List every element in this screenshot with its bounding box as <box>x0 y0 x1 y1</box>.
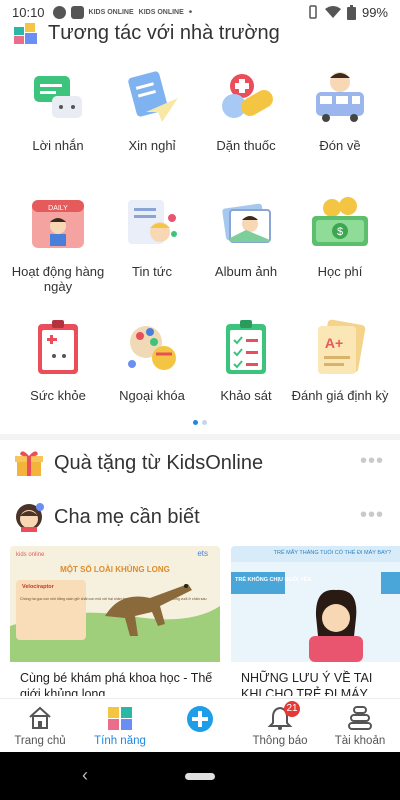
add-icon <box>186 705 214 733</box>
article-title-2: NHỮNG LƯU Ý VỀ TAI KHI CHO TRẺ ĐI MÁY BA… <box>241 671 373 696</box>
status-time: 10:10 <box>12 4 45 20</box>
news-icon <box>122 194 182 254</box>
feature-survey[interactable]: Khảo sát <box>196 318 296 403</box>
feature-leave[interactable]: Xin nghỉ <box>102 68 202 153</box>
notification-badge: 21 <box>284 701 300 717</box>
app-notification-icon <box>52 5 66 19</box>
card-image-text: Chúng ha gục con mồi bằng cách giữ chặt … <box>20 596 206 601</box>
section-gift-header[interactable]: Quà tặng từ KidsOnline <box>14 448 263 478</box>
wifi-icon <box>324 6 341 18</box>
battery-icon <box>346 4 356 20</box>
feature-label: Hoạt động hàng ngày <box>11 264 105 294</box>
extracurricular-icon <box>122 318 182 378</box>
status-bar: 10:10 KIDS ONLINE KIDS ONLINE • 99% <box>0 0 400 24</box>
article-thumbnail-2: TRẺ MẤY THÁNG TUỔI CÓ THỂ ĐI MÁY BAY? TR… <box>231 546 400 662</box>
survey-icon <box>216 318 276 378</box>
feature-label: Tin tức <box>131 264 172 279</box>
feature-health[interactable]: Sức khỏe <box>8 318 108 403</box>
periodic-review-icon: A+ <box>310 318 370 378</box>
feature-label: Đón về <box>319 138 361 153</box>
pickup-bus-icon <box>310 68 370 128</box>
bottom-navigation: Trang chủ Tính năng 21 Thông báo Tài kho… <box>0 698 400 752</box>
nav-account[interactable]: Tài khoản <box>320 699 400 752</box>
gift-icon <box>15 451 43 476</box>
vibrate-icon <box>309 5 317 19</box>
youtube-icon <box>70 5 84 19</box>
pager-dot[interactable] <box>202 420 207 425</box>
notification-icons: KIDS ONLINE KIDS ONLINE • <box>52 5 193 19</box>
article-thumbnail: kids online ets MỘT SỐ LOÀI KHỦNG LONG V… <box>10 546 220 662</box>
feature-album[interactable]: Album ảnh <box>196 194 296 279</box>
medicine-icon <box>216 68 276 128</box>
feature-label: Album ảnh <box>214 264 278 279</box>
section-parents-header[interactable]: Cha mẹ cần biết <box>14 502 200 532</box>
svg-text:A+: A+ <box>325 335 343 351</box>
svg-text:$: $ <box>337 226 343 238</box>
section-interact-header: Tương tác với nhà trường <box>14 22 280 45</box>
home-pill[interactable] <box>185 773 215 780</box>
health-icon <box>28 318 88 378</box>
nav-notifications-label: Thông báo <box>252 735 308 747</box>
card-brand: kids online <box>16 552 45 558</box>
mother-avatar-icon <box>16 503 44 532</box>
kids-notification-icon: KIDS ONLINE <box>88 8 134 16</box>
calendar-tag: DAILY <box>48 205 68 212</box>
parents-more-icon[interactable]: ••• <box>360 504 384 527</box>
nav-add[interactable] <box>160 699 240 752</box>
feature-label: Học phí <box>317 264 363 279</box>
tuition-icon: $ <box>310 194 370 254</box>
message-icon <box>28 68 88 128</box>
nav-features-label: Tính năng <box>94 735 146 747</box>
card-image-sub: Velociraptor <box>22 584 55 590</box>
card2-image-heading: TRẺ MẤY THÁNG TUỔI CÓ THỂ ĐI MÁY BAY? <box>274 549 391 556</box>
bell-icon: 21 <box>267 701 300 731</box>
battery-level: 99% <box>361 4 388 20</box>
leave-request-icon <box>122 68 182 128</box>
feature-daily-activity[interactable]: DAILY Hoạt động hàng ngày <box>8 194 108 294</box>
card2-image-sub: TRẺ KHÔNG CHỊU NGỒI YÊN <box>235 575 311 583</box>
feature-pickup[interactable]: Đón về <box>290 68 390 153</box>
feature-label: Đánh giá định kỳ <box>291 388 389 403</box>
section-gift-title: Quà tặng từ KidsOnline <box>54 451 264 474</box>
nav-features[interactable]: Tính năng <box>80 699 160 752</box>
back-icon[interactable]: ‹ <box>82 765 88 786</box>
nav-notifications[interactable]: 21 Thông báo <box>240 699 320 752</box>
nav-account-label: Tài khoản <box>334 735 386 747</box>
section-parents-title: Cha mẹ cần biết <box>54 505 200 528</box>
home-icon <box>27 705 53 731</box>
feature-medicine[interactable]: Dặn thuốc <box>196 68 296 153</box>
puzzle-icon <box>14 22 37 44</box>
photo-album-icon <box>216 194 276 254</box>
feature-label: Dặn thuốc <box>216 138 276 153</box>
account-icon <box>347 705 373 731</box>
article-card[interactable]: kids online ets MỘT SỐ LOÀI KHỦNG LONG V… <box>10 546 220 696</box>
features-icon <box>107 705 133 731</box>
feature-news[interactable]: Tin tức <box>102 194 202 279</box>
feature-label: Khảo sát <box>220 388 272 403</box>
gift-more-icon[interactable]: ••• <box>360 450 384 473</box>
pager-dot-active[interactable] <box>193 420 198 425</box>
card-brand-2: ets <box>197 549 208 558</box>
article-card-2[interactable]: TRẺ MẤY THÁNG TUỔI CÓ THỂ ĐI MÁY BAY? TR… <box>231 546 400 696</box>
section-divider <box>0 434 400 440</box>
feature-label: Lời nhắn <box>32 138 84 153</box>
section-interact-title: Tương tác với nhà trường <box>48 22 280 44</box>
feature-messages[interactable]: Lời nhắn <box>8 68 108 153</box>
nav-home[interactable]: Trang chủ <box>0 699 80 752</box>
feature-pager <box>0 420 400 425</box>
daily-activity-icon: DAILY <box>28 194 88 254</box>
card-image-heading: MỘT SỐ LOÀI KHỦNG LONG <box>60 564 170 574</box>
feature-tuition[interactable]: $ Học phí <box>290 194 390 279</box>
nav-home-label: Trang chủ <box>14 735 66 747</box>
system-navigation-bar: ‹ <box>0 752 400 800</box>
feature-label: Sức khỏe <box>30 388 86 403</box>
article-title: Cùng bé khám phá khoa học - Thế giới khủ… <box>20 671 213 696</box>
dot-icon: • <box>188 6 193 18</box>
feature-extracurricular[interactable]: Ngoại khóa <box>102 318 202 403</box>
feature-label: Ngoại khóa <box>119 388 185 403</box>
kids-notification-icon-2: KIDS ONLINE <box>138 8 184 16</box>
feature-periodic-review[interactable]: A+ Đánh giá định kỳ <box>290 318 390 403</box>
feature-label: Xin nghỉ <box>128 138 176 153</box>
